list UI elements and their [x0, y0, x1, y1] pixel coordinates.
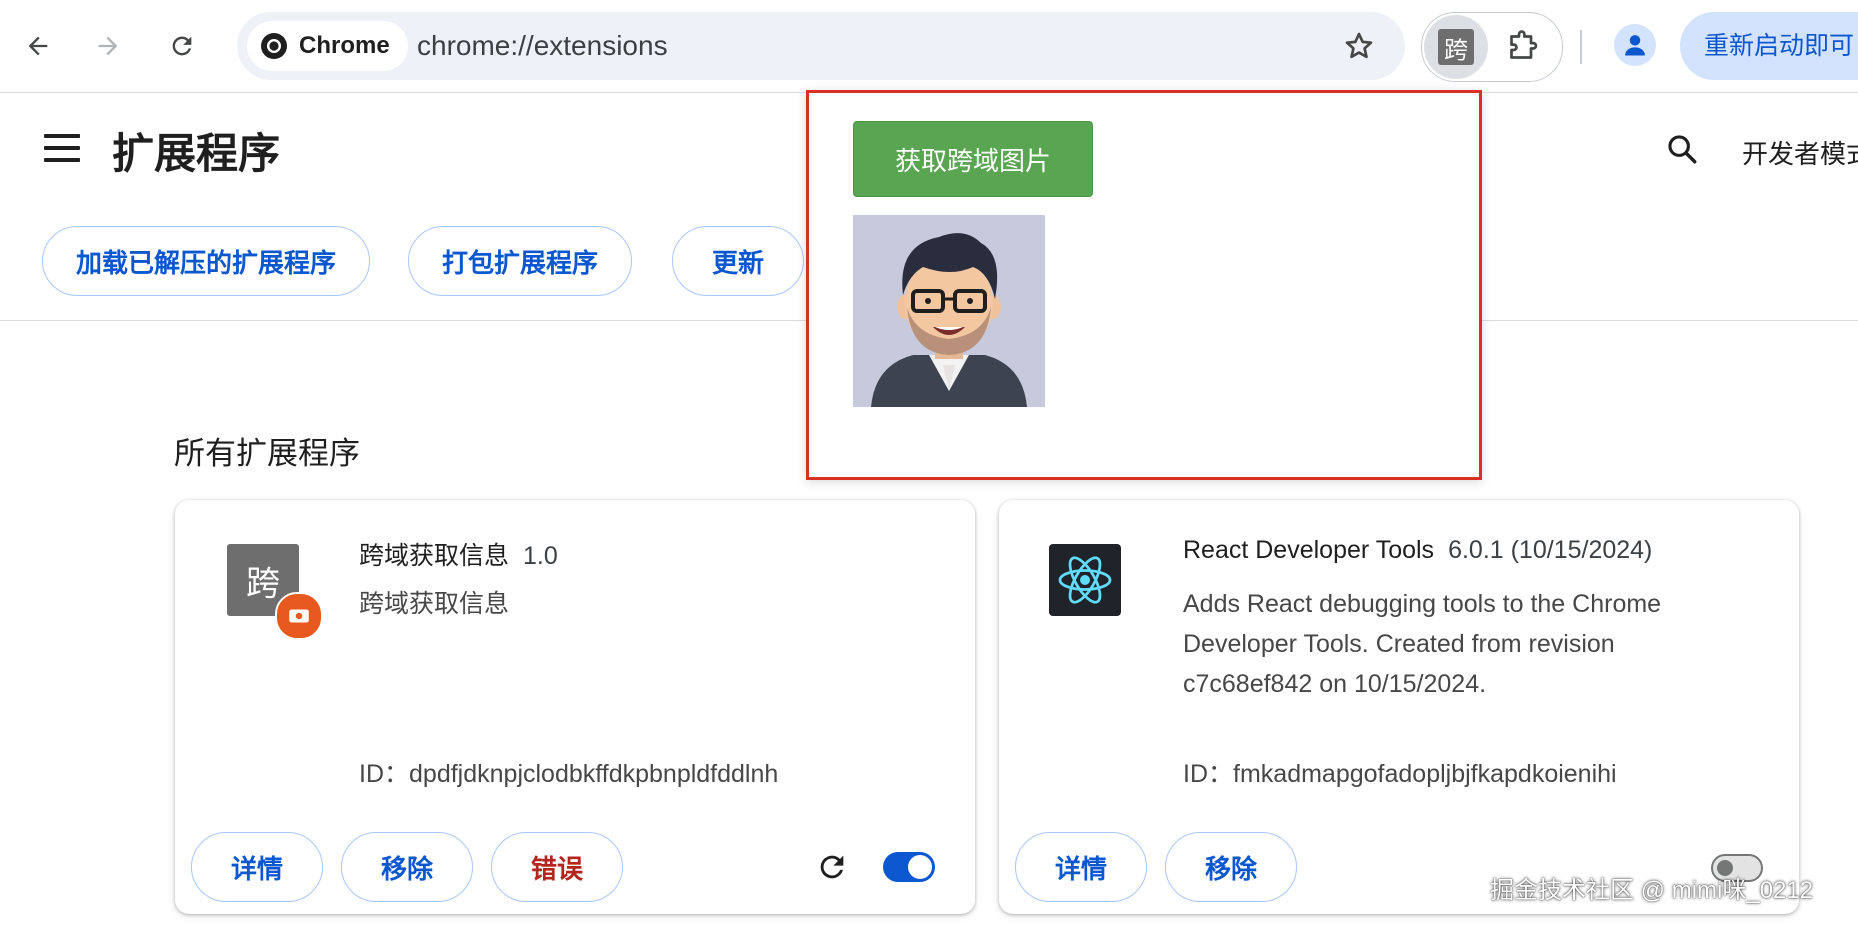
chrome-logo-icon [261, 33, 287, 59]
extension-kua-icon: 跨 [1438, 29, 1474, 65]
reload-button[interactable] [158, 22, 206, 70]
extension-id-row: ID：fmkadmapgofadopljbjfkapdkoienihi [1183, 754, 1617, 790]
extension-card: React Developer Tools 6.0.1 (10/15/2024) … [999, 500, 1799, 914]
extension-name: 跨域获取信息 [359, 542, 510, 570]
developer-mode-label[interactable]: 开发者模式 [1742, 134, 1858, 171]
section-title: 所有扩展程序 [174, 436, 360, 471]
extension-id: fmkadmapgofadopljbjfkapdkoienihi [1233, 760, 1617, 788]
remove-button[interactable]: 移除 [341, 832, 473, 902]
extension-id-label: ID： [1183, 760, 1234, 788]
profile-avatar[interactable] [1614, 24, 1656, 66]
browser-toolbar: Chrome chrome://extensions 跨 重新启动即可 [0, 0, 1858, 93]
warning-badge-icon [289, 609, 309, 623]
site-chip-label: Chrome [299, 32, 390, 59]
restart-button[interactable]: 重新启动即可 [1680, 12, 1858, 80]
forward-button[interactable] [84, 22, 132, 70]
active-extension-button[interactable]: 跨 [1424, 15, 1488, 79]
details-button[interactable]: 详情 [1015, 832, 1147, 902]
remove-button[interactable]: 移除 [1165, 832, 1297, 902]
pack-extension-button[interactable]: 打包扩展程序 [408, 226, 632, 296]
extension-description: 跨域获取信息 [359, 590, 510, 618]
watermark-text: 掘金技术社区 @ mimi咪_0212 [1490, 877, 1814, 904]
forward-arrow-icon [98, 36, 118, 56]
person-icon [1625, 35, 1645, 56]
update-button[interactable]: 更新 [672, 226, 804, 296]
menu-icon[interactable] [44, 134, 80, 164]
extension-name-row: React Developer Tools 6.0.1 (10/15/2024) [1183, 536, 1652, 565]
cartoon-man-image [853, 215, 1045, 407]
address-bar[interactable]: Chrome chrome://extensions [237, 12, 1405, 80]
puzzle-icon[interactable] [1504, 29, 1540, 65]
url-text[interactable]: chrome://extensions [417, 12, 668, 80]
extension-id-label: ID： [359, 760, 410, 788]
fetch-cross-origin-image-button[interactable]: 获取跨域图片 [853, 121, 1093, 197]
site-chip[interactable]: Chrome [247, 21, 408, 71]
extension-id-row: ID：dpdfjdknpjclodbkffdkpbnpldfddlnh [359, 754, 778, 790]
react-logo-icon [1049, 544, 1121, 616]
extension-version: 6.0.1 (10/15/2024) [1448, 536, 1653, 564]
details-button[interactable]: 详情 [191, 832, 323, 902]
extension-name-row: 跨域获取信息 1.0 [359, 536, 558, 572]
extension-popup: 获取跨域图片 [806, 90, 1482, 480]
extension-name: React Developer Tools [1183, 536, 1435, 564]
reload-icon [172, 36, 192, 56]
toolbar-divider [1580, 30, 1582, 64]
errors-button[interactable]: 错误 [491, 832, 623, 902]
enable-toggle[interactable] [883, 852, 935, 882]
extension-version: 1.0 [523, 542, 558, 570]
extensions-area: 跨 [1421, 12, 1563, 82]
extension-id: dpdfjdknpjclodbkffdkpbnpldfddlnh [409, 760, 779, 788]
search-icon[interactable] [1665, 132, 1699, 166]
extension-card: 跨 跨域获取信息 1.0 跨域获取信息 ID：dpdfjdknpjclodbkff… [175, 500, 975, 914]
avatar-image [853, 215, 1045, 407]
error-badge-icon [275, 592, 323, 640]
load-unpacked-button[interactable]: 加载已解压的扩展程序 [42, 226, 370, 296]
back-button[interactable] [14, 22, 62, 70]
bookmark-star-icon[interactable] [1343, 30, 1375, 62]
extension-description: Adds React debugging tools to the Chrome… [1183, 590, 1662, 698]
back-arrow-icon [28, 36, 48, 56]
page-title: 扩展程序 [112, 130, 281, 177]
reload-extension-icon[interactable] [815, 850, 849, 884]
